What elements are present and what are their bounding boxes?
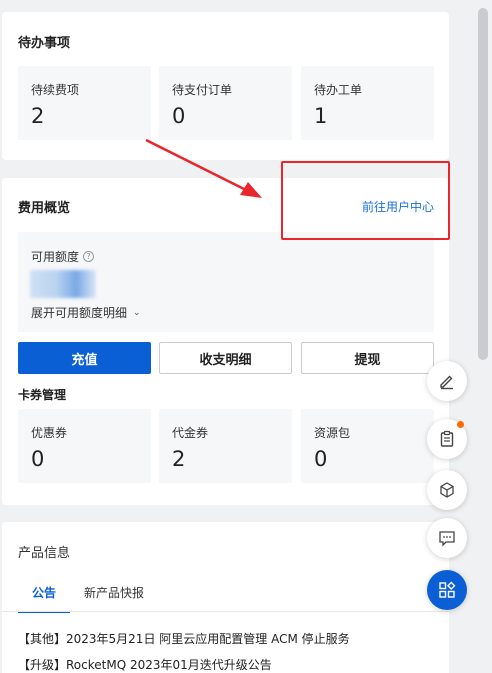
annotation-arrow: [145, 138, 262, 198]
annotation-highlight: [281, 161, 450, 240]
